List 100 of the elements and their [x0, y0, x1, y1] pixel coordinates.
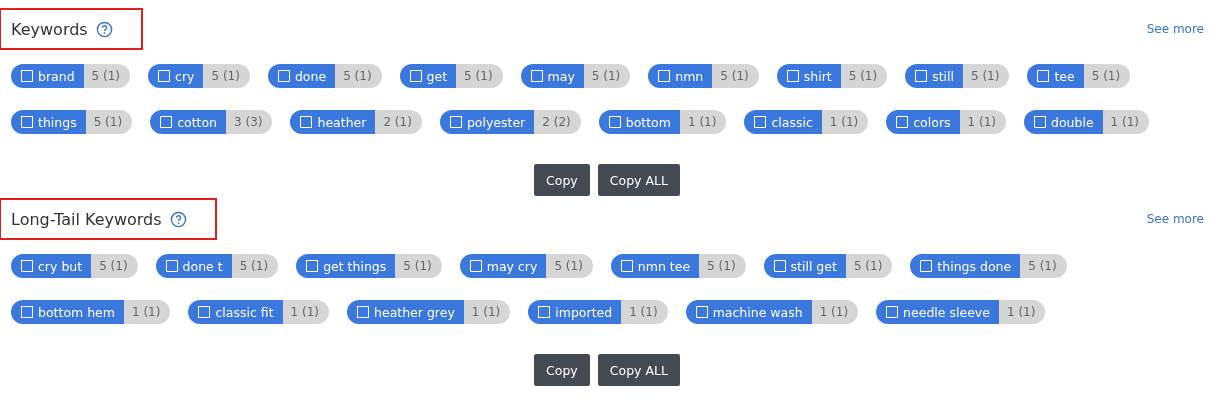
keyword-count: 5 (1)	[203, 64, 250, 88]
keyword-count: 2 (1)	[375, 110, 422, 134]
keyword-tag[interactable]: nmn tee	[610, 254, 700, 278]
keyword-count: 1 (1)	[811, 300, 859, 324]
keyword-count: 5 (1)	[335, 64, 382, 88]
section-title: Keywords	[11, 19, 88, 39]
see-more-link[interactable]: See more	[1146, 22, 1204, 36]
keyword-count: 5 (1)	[1020, 254, 1067, 278]
checkbox[interactable]	[21, 70, 33, 82]
checkbox[interactable]	[165, 260, 178, 272]
keyword-count: 2 (2)	[534, 110, 581, 134]
checkbox[interactable]	[469, 260, 482, 272]
checkbox[interactable]	[21, 116, 33, 128]
keyword-tag[interactable]: nmn	[648, 64, 713, 88]
checkbox[interactable]	[277, 70, 290, 82]
checkbox[interactable]	[608, 116, 621, 128]
keyword-count: 5 (1)	[583, 64, 631, 88]
keyword-tag[interactable]: may cry	[459, 254, 547, 278]
keyword-count: 1 (1)	[463, 300, 511, 324]
section-title: Long-Tail Keywords	[11, 209, 162, 229]
checkbox[interactable]	[786, 70, 799, 82]
checkbox[interactable]	[306, 260, 319, 272]
keyword-tag[interactable]: cry	[148, 64, 204, 88]
keyword-count: 1 (1)	[679, 110, 727, 134]
keyword-tag[interactable]: brand	[11, 64, 84, 88]
keyword-tag[interactable]: may	[520, 64, 584, 88]
checkbox[interactable]	[695, 306, 708, 318]
keyword-count: 5 (1)	[83, 64, 131, 88]
keyword-tag[interactable]: polyester	[439, 110, 535, 134]
checkbox[interactable]	[1034, 116, 1046, 128]
checkbox[interactable]	[886, 306, 899, 318]
keyword-count: 5 (1)	[546, 254, 593, 278]
checkbox[interactable]	[158, 70, 171, 82]
keyword-count: 1 (1)	[821, 110, 869, 134]
checkbox[interactable]	[915, 70, 928, 82]
keyword-tag[interactable]: imported	[528, 300, 622, 324]
copy-button[interactable]: Copy	[534, 164, 590, 196]
keyword-count: 5 (1)	[456, 64, 503, 88]
keyword-count: 1 (1)	[959, 110, 1006, 134]
keyword-tag[interactable]: machine wash	[685, 300, 812, 324]
keyword-tag[interactable]: things done	[910, 254, 1021, 278]
keyword-count: 1 (1)	[1102, 110, 1150, 134]
checkbox[interactable]	[538, 306, 551, 318]
keyword-tag[interactable]: things	[11, 110, 86, 134]
keyword-tag[interactable]: bottom hem	[11, 300, 124, 324]
keyword-tag[interactable]: cotton	[150, 110, 227, 134]
keyword-count: 5 (1)	[395, 254, 442, 278]
keyword-count: 5 (1)	[85, 110, 133, 134]
checkbox[interactable]	[754, 116, 767, 128]
checkbox[interactable]	[658, 70, 671, 82]
checkbox[interactable]	[198, 306, 211, 318]
checkbox[interactable]	[920, 260, 933, 272]
keyword-tag[interactable]: colors	[886, 110, 960, 134]
checkbox[interactable]	[773, 260, 786, 272]
keyword-count: 1 (1)	[282, 300, 329, 324]
keyword-tag[interactable]: done	[267, 64, 336, 88]
keyword-tag[interactable]: heather	[290, 110, 376, 134]
keyword-count: 1 (1)	[621, 300, 668, 324]
keyword-count: 5 (1)	[1083, 64, 1131, 88]
keyword-count: 3 (3)	[226, 110, 273, 134]
checkbox[interactable]	[160, 116, 173, 128]
checkbox[interactable]	[620, 260, 633, 272]
keyword-tag[interactable]: tee	[1027, 64, 1084, 88]
keyword-tag[interactable]: double	[1024, 110, 1103, 134]
keyword-tag[interactable]: classic fit	[188, 300, 283, 324]
checkbox[interactable]	[409, 70, 422, 82]
keyword-count: 1 (1)	[124, 300, 171, 324]
keyword-tag[interactable]: done t	[155, 254, 232, 278]
keyword-count: 5 (1)	[91, 254, 138, 278]
see-more-link[interactable]: See more	[1146, 212, 1204, 226]
copy-button[interactable]: Copy ALL	[597, 354, 680, 386]
keyword-tag[interactable]: bottom	[598, 110, 680, 134]
keyword-tag[interactable]: still	[905, 64, 963, 88]
checkbox[interactable]	[357, 306, 369, 318]
keyword-tag[interactable]: shirt	[776, 64, 841, 88]
help-icon[interactable]	[169, 210, 187, 228]
help-icon[interactable]	[95, 20, 113, 38]
keyword-count: 5 (1)	[231, 254, 279, 278]
checkbox[interactable]	[300, 116, 313, 128]
keyword-tag[interactable]: needle sleeve	[876, 300, 999, 324]
keyword-tag[interactable]: still get	[763, 254, 846, 278]
keyword-count: 5 (1)	[712, 64, 759, 88]
checkbox[interactable]	[21, 260, 33, 272]
keyword-tag[interactable]: classic	[744, 110, 822, 134]
copy-button[interactable]: Copy ALL	[597, 164, 680, 196]
copy-button[interactable]: Copy	[534, 354, 590, 386]
checkbox[interactable]	[530, 70, 543, 82]
keyword-tag[interactable]: get things	[296, 254, 396, 278]
keyword-count: 5 (1)	[699, 254, 746, 278]
checkbox[interactable]	[1037, 70, 1050, 82]
checkbox[interactable]	[896, 116, 909, 128]
keyword-count: 5 (1)	[840, 64, 888, 88]
keyword-tag[interactable]: cry but	[11, 254, 92, 278]
keyword-tag[interactable]: get	[399, 64, 457, 88]
keyword-count: 5 (1)	[845, 254, 893, 278]
checkbox[interactable]	[21, 306, 33, 318]
checkbox[interactable]	[449, 116, 462, 128]
keyword-tag[interactable]: heather grey	[347, 300, 464, 324]
keyword-count: 1 (1)	[998, 300, 1046, 324]
keyword-count: 5 (1)	[963, 64, 1010, 88]
